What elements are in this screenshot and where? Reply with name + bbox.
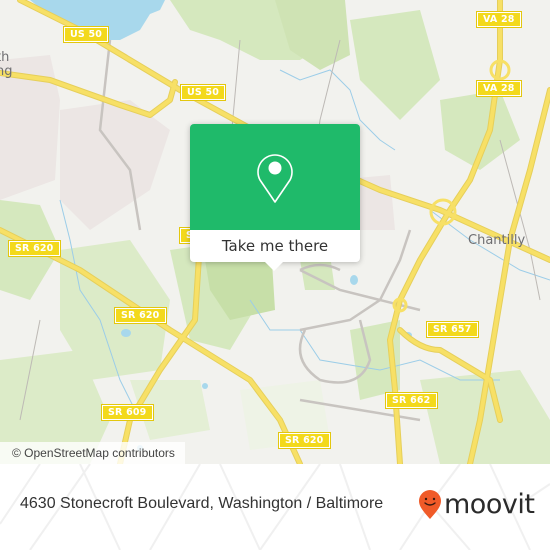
road-shield-va-28: VA 28 bbox=[476, 80, 522, 97]
place-label-chantilly: Chantilly bbox=[468, 233, 526, 248]
moovit-logo[interactable]: moovit bbox=[418, 489, 535, 520]
road-shield-us-50: US 50 bbox=[62, 26, 110, 43]
popup-pointer bbox=[265, 262, 283, 271]
map-view[interactable]: US 50 US 50 VA 28 VA 28 SR 620 SR 620 SR… bbox=[0, 0, 550, 464]
destination-address: 4630 Stonecroft Boulevard, Washington / … bbox=[20, 495, 384, 512]
road-shield-va-28: VA 28 bbox=[476, 11, 522, 28]
road-shield-us-50: US 50 bbox=[179, 84, 227, 101]
take-me-there-button[interactable]: Take me there bbox=[190, 230, 360, 262]
map-pin-icon bbox=[257, 154, 293, 203]
place-label-partial-top: th bbox=[0, 50, 10, 65]
popup-pin-area[interactable] bbox=[190, 124, 360, 230]
road-shield-sr-657: SR 657 bbox=[426, 321, 479, 338]
road-shield-sr-609: SR 609 bbox=[101, 404, 154, 421]
map-attribution[interactable]: © OpenStreetMap contributors bbox=[0, 442, 185, 464]
take-me-there-label: Take me there bbox=[221, 237, 329, 255]
footer: 4630 Stonecroft Boulevard, Washington / … bbox=[0, 464, 550, 550]
moovit-wordmark: moovit bbox=[444, 489, 535, 520]
moovit-pin-icon bbox=[419, 490, 441, 519]
location-popup: Take me there bbox=[190, 124, 360, 271]
road-shield-sr-620: SR 620 bbox=[278, 432, 331, 449]
road-shield-sr-620: SR 620 bbox=[8, 240, 61, 257]
road-shield-sr-662: SR 662 bbox=[385, 392, 438, 409]
road-shield-sr-620: SR 620 bbox=[114, 307, 167, 324]
place-label-partial-bottom: ng bbox=[0, 64, 13, 79]
